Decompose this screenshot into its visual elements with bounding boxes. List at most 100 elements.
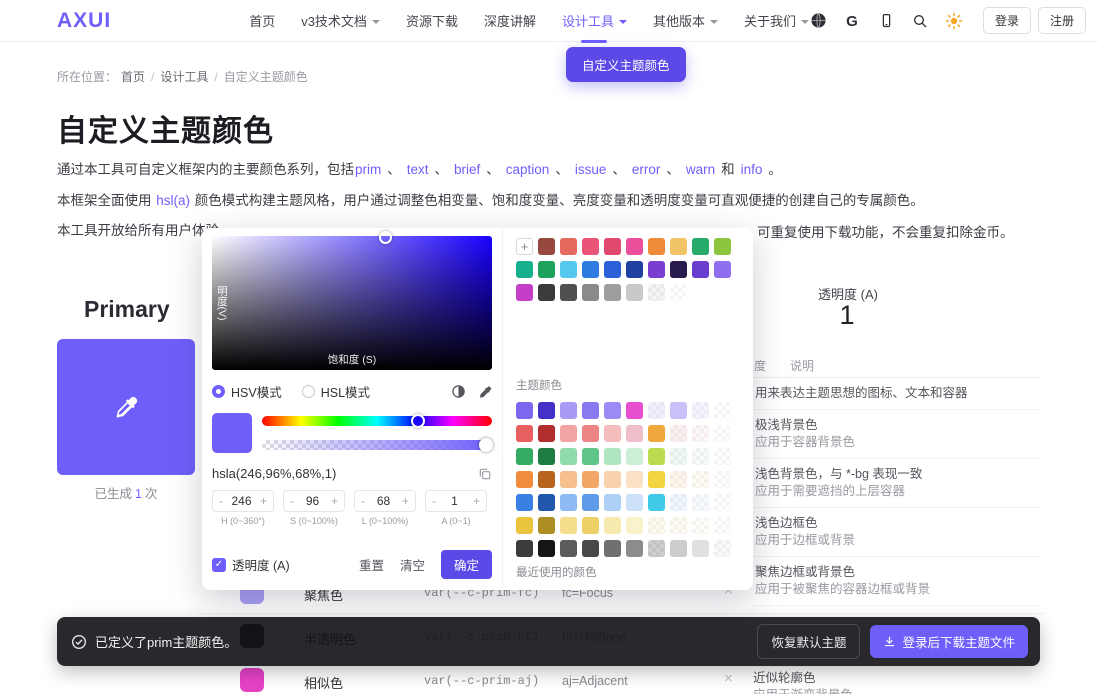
clear-button[interactable]: 清空	[400, 555, 425, 574]
nav-item[interactable]: 首页	[249, 11, 275, 30]
logo[interactable]: AXUI	[57, 9, 111, 33]
color-term-link[interactable]: issue	[575, 162, 607, 177]
theme-color-swatch[interactable]	[516, 402, 533, 419]
download-theme-button[interactable]: 登录后下载主题文件	[870, 625, 1028, 658]
mobile-icon[interactable]	[877, 12, 895, 30]
decrement-button[interactable]: -	[361, 494, 365, 508]
theme-color-swatch[interactable]	[648, 448, 665, 465]
theme-color-swatch[interactable]	[648, 425, 665, 442]
nav-item[interactable]: 其他版本	[653, 11, 718, 30]
hue-slider[interactable]	[262, 416, 492, 426]
login-button[interactable]: 登录	[983, 7, 1031, 34]
lightness-stepper-value[interactable]: 68	[377, 494, 390, 508]
saved-color-swatch[interactable]	[560, 284, 577, 301]
saved-color-swatch[interactable]	[648, 261, 665, 278]
saved-color-swatch[interactable]	[692, 238, 709, 255]
theme-color-swatch[interactable]	[604, 540, 621, 557]
theme-color-swatch[interactable]	[538, 425, 555, 442]
theme-color-swatch[interactable]	[670, 471, 687, 488]
theme-color-swatch[interactable]	[516, 448, 533, 465]
remove-row-button[interactable]: ×	[724, 670, 733, 687]
reset-button[interactable]: 重置	[359, 555, 384, 574]
color-term-link[interactable]: error	[632, 162, 661, 177]
theme-color-swatch[interactable]	[560, 471, 577, 488]
nav-item[interactable]: v3技术文档	[301, 11, 380, 30]
theme-sun-icon[interactable]	[945, 12, 963, 30]
decrement-button[interactable]: -	[432, 494, 436, 508]
hsl-mode-radio[interactable]: HSL模式	[302, 382, 370, 401]
theme-color-swatch[interactable]	[604, 471, 621, 488]
theme-color-swatch[interactable]	[714, 517, 731, 534]
theme-color-swatch[interactable]	[582, 471, 599, 488]
theme-color-swatch[interactable]	[670, 402, 687, 419]
theme-color-swatch[interactable]	[692, 517, 709, 534]
saved-color-swatch[interactable]	[538, 238, 555, 255]
confirm-button[interactable]: 确定	[441, 550, 492, 579]
theme-color-swatch[interactable]	[560, 540, 577, 557]
theme-color-swatch[interactable]	[582, 517, 599, 534]
saved-color-swatch[interactable]	[516, 261, 533, 278]
eyedropper-icon[interactable]	[478, 385, 492, 399]
theme-color-swatch[interactable]	[538, 494, 555, 511]
saved-color-swatch[interactable]	[714, 238, 731, 255]
theme-color-swatch[interactable]	[604, 494, 621, 511]
theme-color-swatch[interactable]	[714, 402, 731, 419]
theme-color-swatch[interactable]	[626, 471, 643, 488]
saved-color-swatch[interactable]	[670, 261, 687, 278]
theme-color-swatch[interactable]	[714, 471, 731, 488]
theme-color-swatch[interactable]	[626, 425, 643, 442]
saturation-value-area[interactable]: 明度(V) 饱和度 (S)	[212, 236, 492, 370]
increment-button[interactable]: +	[402, 494, 409, 508]
saved-color-swatch[interactable]	[648, 284, 665, 301]
search-icon[interactable]	[911, 12, 929, 30]
breadcrumb-item[interactable]: 自定义主题颜色	[224, 68, 308, 85]
decrement-button[interactable]: -	[290, 494, 294, 508]
color-cursor[interactable]	[379, 231, 392, 244]
globe-icon[interactable]	[809, 12, 827, 30]
theme-color-swatch[interactable]	[692, 448, 709, 465]
increment-button[interactable]: +	[260, 494, 267, 508]
alpha-slider[interactable]	[262, 440, 492, 450]
theme-color-swatch[interactable]	[648, 517, 665, 534]
theme-color-swatch[interactable]	[582, 402, 599, 419]
saved-color-swatch[interactable]	[692, 261, 709, 278]
theme-color-swatch[interactable]	[604, 402, 621, 419]
add-color-button[interactable]: +	[516, 238, 533, 255]
theme-color-swatch[interactable]	[692, 471, 709, 488]
theme-color-swatch[interactable]	[516, 494, 533, 511]
theme-color-swatch[interactable]	[714, 494, 731, 511]
theme-color-swatch[interactable]	[582, 494, 599, 511]
theme-color-swatch[interactable]	[648, 402, 665, 419]
saved-color-swatch[interactable]	[670, 284, 687, 301]
alpha-stepper-value[interactable]: 1	[451, 494, 458, 508]
theme-color-swatch[interactable]	[692, 494, 709, 511]
saved-color-swatch[interactable]	[604, 284, 621, 301]
saved-color-swatch[interactable]	[582, 284, 599, 301]
theme-color-swatch[interactable]	[516, 540, 533, 557]
saved-color-swatch[interactable]	[604, 238, 621, 255]
theme-color-swatch[interactable]	[648, 494, 665, 511]
theme-color-swatch[interactable]	[692, 425, 709, 442]
saved-color-swatch[interactable]	[714, 261, 731, 278]
theme-color-swatch[interactable]	[538, 402, 555, 419]
nav-item[interactable]: 关于我们	[744, 11, 809, 30]
saved-color-swatch[interactable]	[626, 284, 643, 301]
theme-color-swatch[interactable]	[582, 540, 599, 557]
theme-color-swatch[interactable]	[516, 471, 533, 488]
saved-color-swatch[interactable]	[626, 238, 643, 255]
theme-color-swatch[interactable]	[560, 448, 577, 465]
nav-item[interactable]: 资源下载	[406, 11, 458, 30]
theme-color-swatch[interactable]	[670, 448, 687, 465]
saved-color-swatch[interactable]	[626, 261, 643, 278]
theme-color-swatch[interactable]	[670, 540, 687, 557]
increment-button[interactable]: +	[473, 494, 480, 508]
primary-color-swatch[interactable]	[57, 339, 195, 475]
color-term-link[interactable]: brief	[454, 162, 480, 177]
saved-color-swatch[interactable]	[560, 261, 577, 278]
theme-color-swatch[interactable]	[626, 517, 643, 534]
theme-color-swatch[interactable]	[560, 402, 577, 419]
theme-color-swatch[interactable]	[714, 425, 731, 442]
theme-color-swatch[interactable]	[692, 402, 709, 419]
theme-color-swatch[interactable]	[516, 425, 533, 442]
theme-color-swatch[interactable]	[604, 425, 621, 442]
